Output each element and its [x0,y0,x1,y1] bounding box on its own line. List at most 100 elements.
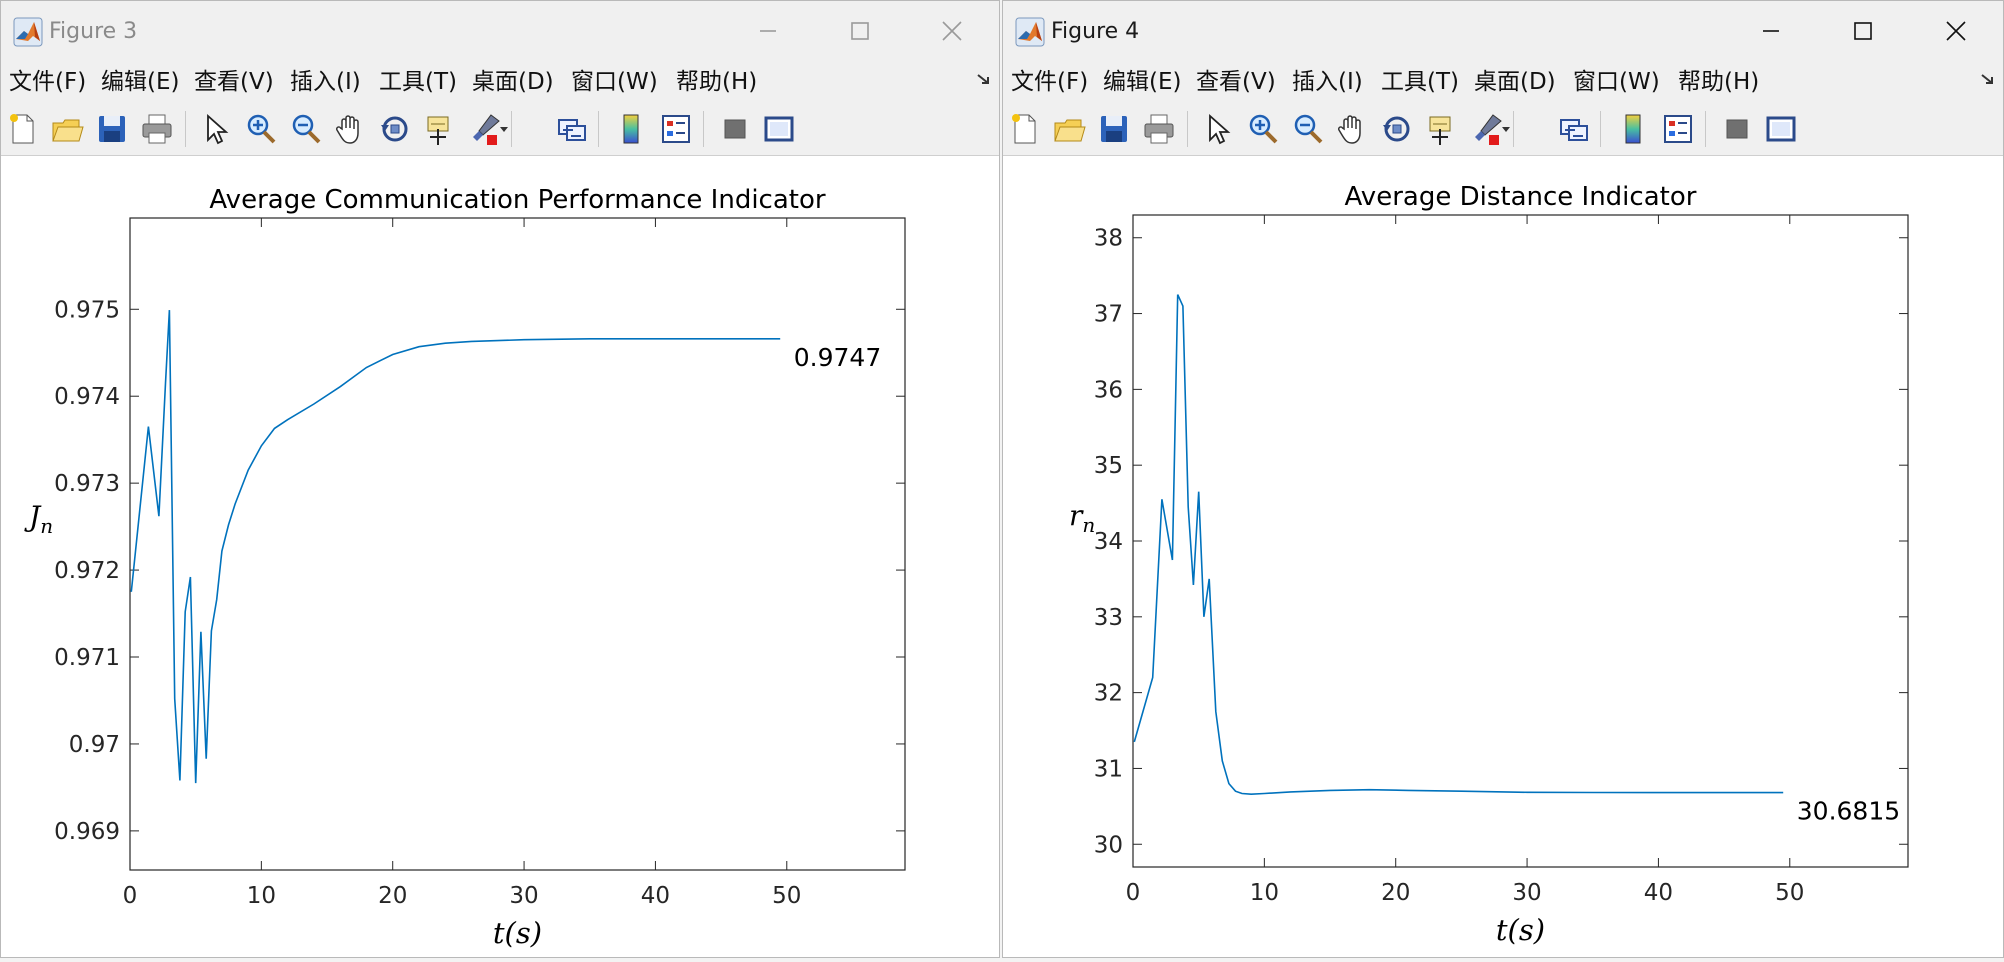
figure-canvas[interactable]: 0 10 20 30 40 50 0.969 0.97 0.971 0.972 0.973 0.974… [1,156,999,957]
x-tick-label: 30 [1512,880,1541,906]
zoom-out-icon[interactable] [1290,111,1326,147]
minimize-icon [1763,30,1779,32]
select-pointer-icon[interactable] [197,111,233,147]
zoom-out-icon[interactable] [288,111,324,147]
menu-view[interactable]: 查看(V) [1196,67,1276,97]
y-tick-label: 32 [1094,681,1123,707]
save-icon[interactable] [94,111,130,147]
print-icon[interactable] [139,111,175,147]
pan-hand-icon[interactable] [1334,111,1370,147]
plot-axes[interactable]: 0 10 20 30 40 50 0.969 0.97 0.971 0.972 0.973 0.974… [1,156,1000,958]
toolbar-separator [598,111,599,147]
y-tick-label: 34 [1094,529,1123,555]
x-tick-label: 40 [1644,880,1673,906]
menu-desktop[interactable]: 桌面(D) [1474,67,1556,97]
hide-plot-tools-icon[interactable] [717,111,753,147]
menu-edit[interactable]: 编辑(E) [1103,67,1181,97]
figure-4-window[interactable]: Figure 4 文件(F) 编辑(E) 查看(V) 插入(I) 工具(T) 桌… [1002,0,2004,958]
colorbar-icon[interactable] [613,111,649,147]
x-tick-label: 0 [123,883,138,909]
dock-arrow-icon[interactable] [1979,71,1997,89]
end-value-label: 0.9747 [794,343,881,372]
y-tick-label: 35 [1094,453,1123,479]
menu-insert[interactable]: 插入(I) [290,67,361,97]
menu-view[interactable]: 查看(V) [194,67,274,97]
title-bar[interactable]: Figure 3 [1,1,999,61]
y-tick-label: 38 [1094,226,1123,252]
print-icon[interactable] [1141,111,1177,147]
show-plot-tools-icon[interactable] [1763,111,1799,147]
pan-hand-icon[interactable] [332,111,368,147]
window-title: Figure 3 [49,19,138,44]
x-tick-label: 40 [641,883,670,909]
menu-file[interactable]: 文件(F) [1011,67,1088,97]
y-tick-label: 0.971 [54,645,120,671]
x-tick-label: 50 [1775,880,1804,906]
y-tick-label: 37 [1094,302,1123,328]
new-figure-icon[interactable] [1007,111,1043,147]
maximize-button[interactable] [1832,9,1894,53]
y-tick-label: 0.972 [54,558,120,584]
toolbar-separator [185,111,186,147]
minimize-button[interactable] [1740,9,1802,53]
matlab-logo-icon [1015,17,1045,47]
menu-desktop[interactable]: 桌面(D) [472,67,554,97]
dock-arrow-icon[interactable] [975,71,993,89]
menu-help[interactable]: 帮助(H) [1678,67,1759,97]
toolbar-separator [703,111,704,147]
menu-window[interactable]: 窗口(W) [1573,67,1660,97]
zoom-in-icon[interactable] [1245,111,1281,147]
matlab-logo-icon [13,17,43,47]
y-tick-label: 30 [1094,832,1123,858]
x-tick-label: 10 [247,883,276,909]
select-pointer-icon[interactable] [1199,111,1235,147]
save-icon[interactable] [1096,111,1132,147]
toolbar-separator [1187,111,1188,147]
menu-window[interactable]: 窗口(W) [571,67,658,97]
menu-edit[interactable]: 编辑(E) [101,67,179,97]
toolbar-separator [1513,111,1514,147]
y-axis-label: rn [1069,499,1095,537]
minimize-button[interactable] [737,9,799,53]
new-figure-icon[interactable] [5,111,41,147]
menu-tools[interactable]: 工具(T) [379,67,457,97]
link-plot-icon[interactable] [1556,111,1592,147]
y-axis-label: Jn [24,500,53,538]
maximize-button[interactable] [829,9,891,53]
figure-canvas[interactable]: 0 10 20 30 40 50 30 31 32 33 34 35 36 37 38 Average Dis… [1003,156,2003,957]
menu-help[interactable]: 帮助(H) [676,67,757,97]
rotate-3d-icon[interactable] [377,111,413,147]
menu-tools[interactable]: 工具(T) [1381,67,1459,97]
zoom-in-icon[interactable] [243,111,279,147]
rotate-3d-icon[interactable] [1379,111,1415,147]
end-value-label: 30.6815 [1797,797,1900,826]
show-plot-tools-icon[interactable] [761,111,797,147]
colorbar-icon[interactable] [1615,111,1651,147]
close-button[interactable] [921,9,983,53]
data-cursor-icon[interactable] [1424,111,1460,147]
x-axis-label: t(s) [493,916,542,950]
figure-toolbar [1,103,999,156]
brush-dropdown-icon[interactable] [498,111,510,147]
figure-3-window[interactable]: Figure 3 文件(F) 编辑(E) 查看(V) 插入(I) 工具(T) 桌… [0,0,1000,958]
close-button[interactable] [1925,9,1987,53]
x-tick-label: 20 [378,883,407,909]
y-tick-label: 36 [1094,377,1123,403]
link-plot-icon[interactable] [554,111,590,147]
legend-icon[interactable] [1660,111,1696,147]
menu-insert[interactable]: 插入(I) [1292,67,1363,97]
chart-title: Average Distance Indicator [1345,182,1697,212]
menu-file[interactable]: 文件(F) [9,67,86,97]
title-bar[interactable]: Figure 4 [1003,1,2003,61]
legend-icon[interactable] [658,111,694,147]
data-cursor-icon[interactable] [422,111,458,147]
y-tick-label: 0.974 [54,384,120,410]
open-file-icon[interactable] [1051,111,1087,147]
hide-plot-tools-icon[interactable] [1719,111,1755,147]
figure-toolbar [1003,103,2003,156]
y-tick-label: 0.969 [54,819,120,845]
brush-dropdown-icon[interactable] [1500,111,1512,147]
open-file-icon[interactable] [49,111,85,147]
toolbar-separator [1600,111,1601,147]
plot-axes[interactable]: 0 10 20 30 40 50 30 31 32 33 34 35 36 37 38 Average Dis… [1003,156,2004,958]
